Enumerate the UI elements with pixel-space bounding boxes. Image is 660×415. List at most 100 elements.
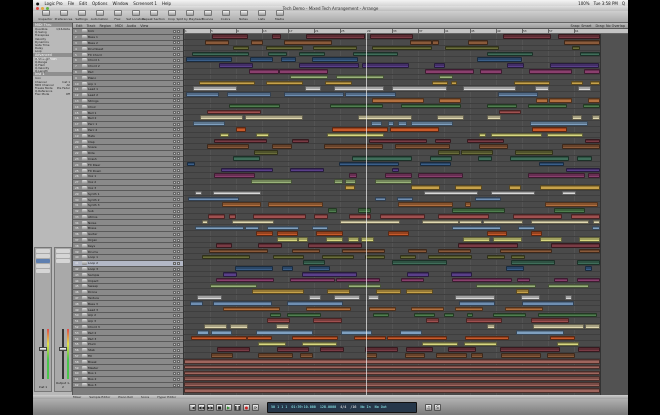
region[interactable] [432,80,448,86]
solo-button[interactable] [177,319,180,323]
track-name[interactable]: Atmos [88,215,128,219]
region[interactable] [326,237,343,242]
track-name[interactable]: Pad [88,70,128,74]
solo-button[interactable] [177,313,180,317]
region[interactable] [511,260,555,265]
toolbar-button-13[interactable]: Media [271,10,288,21]
solo-button[interactable] [177,192,180,196]
region[interactable] [372,45,432,51]
mute-button[interactable] [173,342,176,346]
mute-button[interactable] [173,111,176,115]
region[interactable] [376,289,401,294]
region[interactable] [487,324,495,329]
region[interactable] [287,312,321,318]
track-name[interactable]: Ride [88,151,128,155]
region[interactable] [369,306,396,312]
region[interactable] [562,144,600,150]
region[interactable] [221,167,273,173]
region[interactable] [197,329,209,335]
region[interactable] [191,335,247,341]
insert-slot[interactable] [56,259,70,263]
region[interactable] [327,289,350,294]
region[interactable] [303,260,325,265]
region[interactable] [500,347,560,352]
solo-button[interactable] [177,111,180,115]
region[interactable] [249,69,279,74]
solo-button[interactable] [177,250,180,254]
region[interactable] [588,98,600,103]
region[interactable] [565,295,572,300]
region[interactable] [572,45,580,51]
region[interactable] [528,103,567,109]
region[interactable] [220,132,229,138]
region[interactable] [208,214,225,219]
track-name[interactable]: Loop 1 [88,255,128,259]
solo-button[interactable] [177,267,180,271]
mute-button[interactable] [173,140,176,144]
mute-button[interactable] [173,232,176,236]
region[interactable] [455,185,482,190]
region[interactable] [197,295,222,300]
region[interactable] [464,341,497,347]
solo-button[interactable] [177,145,180,149]
solo-button[interactable] [177,128,180,132]
track-header[interactable]: 62 Bus 3 [73,382,183,389]
solo-button[interactable] [177,215,180,219]
mute-button[interactable] [173,302,176,306]
region[interactable] [245,115,303,121]
track-name[interactable]: FX Chord [88,53,128,57]
solo-button[interactable] [177,203,180,207]
region[interactable] [493,237,522,242]
region[interactable] [478,156,492,161]
region[interactable] [354,335,386,341]
mute-button[interactable] [173,53,176,57]
region[interactable] [498,92,538,97]
go-to-start-button[interactable]: |◀ [189,403,196,411]
region[interactable] [583,103,600,109]
region[interactable] [334,295,360,300]
solo-button[interactable] [177,53,180,57]
region[interactable] [372,98,424,103]
region[interactable] [401,103,461,109]
region[interactable] [217,347,250,352]
region[interactable] [328,208,337,213]
region[interactable] [266,80,303,86]
region[interactable] [463,237,490,242]
region[interactable] [341,329,372,335]
solo-button[interactable] [177,284,180,288]
region[interactable] [425,69,474,74]
region[interactable] [466,318,502,323]
menu-app[interactable]: Logic Pro [45,1,63,6]
region[interactable] [522,300,574,306]
region[interactable] [509,185,521,190]
region[interactable] [200,115,243,121]
region[interactable] [506,266,524,271]
toolbar-button-4[interactable]: Flex [109,10,126,21]
track-name[interactable]: Organ [88,238,128,242]
region[interactable] [557,341,579,347]
track-name[interactable]: Bus 3 [88,383,128,387]
region[interactable] [491,132,542,138]
region[interactable] [578,347,600,352]
region[interactable] [258,353,293,358]
menu-edit[interactable]: Edit [79,1,87,6]
track-name[interactable]: Piano [88,76,128,80]
track-name[interactable]: Lead 2 [88,93,128,97]
region[interactable] [465,202,471,207]
region[interactable] [554,277,568,283]
mute-button[interactable] [173,47,176,51]
region[interactable] [276,324,289,329]
region[interactable] [207,109,261,115]
region[interactable] [487,51,533,57]
region[interactable] [400,254,416,260]
region[interactable] [202,219,208,225]
region[interactable] [549,98,572,103]
mute-button[interactable] [173,250,176,254]
region[interactable] [483,219,523,225]
eq-slot[interactable] [36,254,50,258]
region[interactable] [516,289,529,294]
solo-button[interactable] [177,93,180,97]
region[interactable] [585,266,592,271]
region[interactable] [284,40,332,45]
region[interactable] [230,324,248,329]
